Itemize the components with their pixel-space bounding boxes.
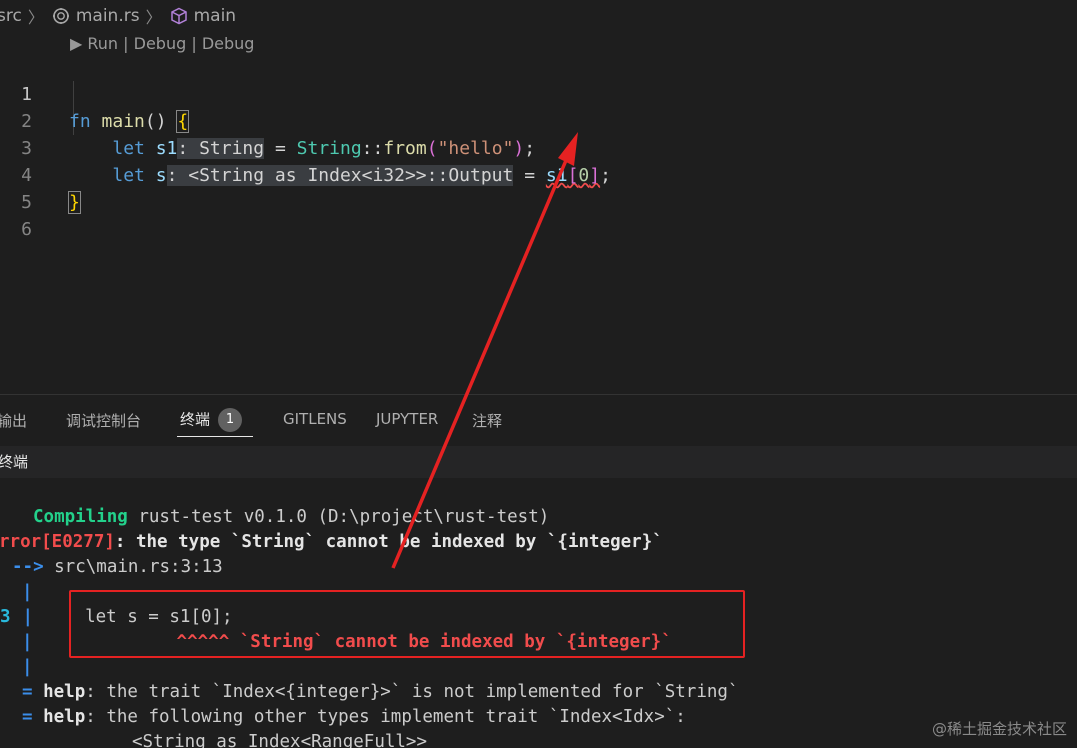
watermark: @稀土掘金技术社区 (931, 720, 1067, 738)
annotation-arrow (391, 132, 578, 569)
